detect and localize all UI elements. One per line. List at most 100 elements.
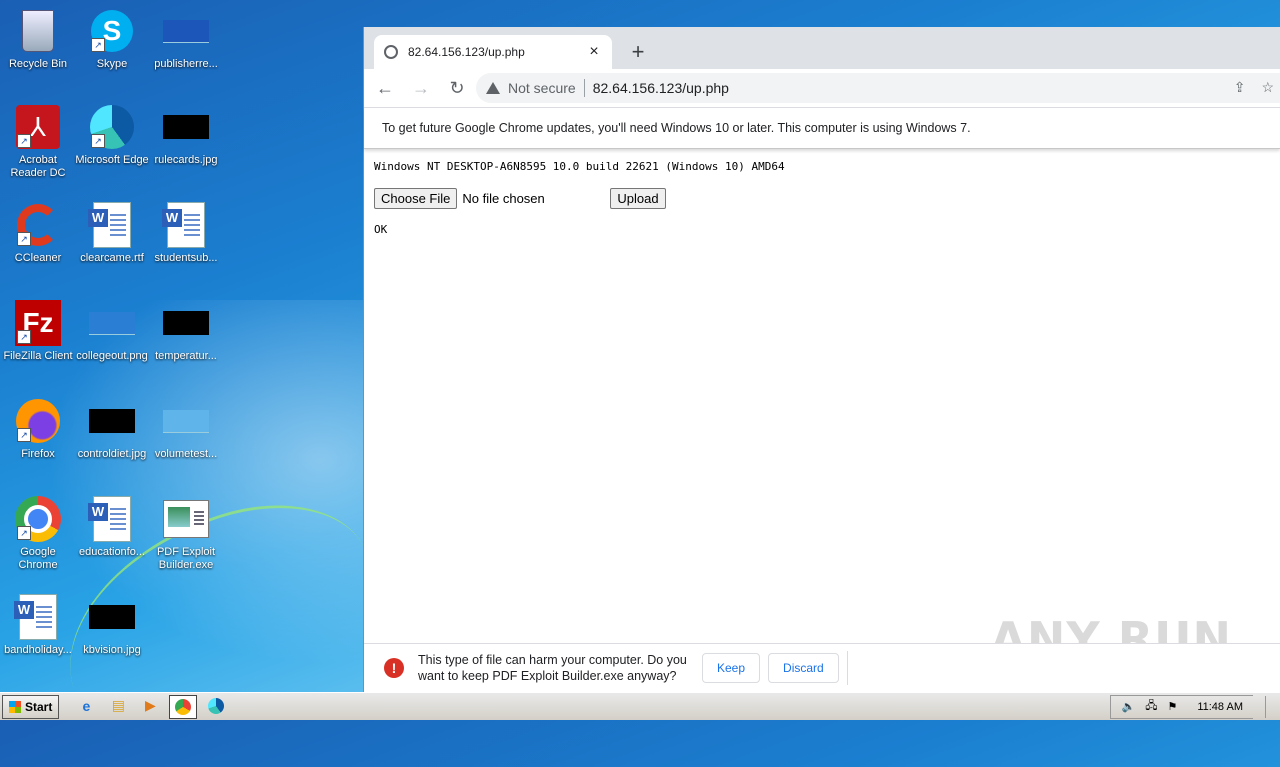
start-button[interactable]: Start: [2, 694, 60, 719]
address-bar[interactable]: Not secure 82.64.156.123/up.php ⇪ ☆: [476, 73, 1280, 103]
desktop-icon-label: Skype: [96, 58, 128, 70]
desktop-icon-studentsub[interactable]: W studentsub...: [148, 202, 224, 265]
recycle-bin-icon: [15, 8, 61, 54]
desktop-icon-controldiet[interactable]: controldiet.jpg: [74, 398, 150, 461]
back-arrow-icon[interactable]: ←: [370, 73, 400, 103]
choose-file-button[interactable]: Choose File: [374, 187, 458, 209]
word-doc-icon: W: [162, 202, 209, 248]
desktop-icon-microsoft-edge[interactable]: ↗ Microsoft Edge: [74, 104, 150, 167]
infobar-text: To get future Google Chrome updates, you…: [382, 121, 971, 135]
desktop-icon-bandholiday[interactable]: W bandholiday...: [0, 594, 76, 657]
action-center-flag-icon[interactable]: ⚑: [1167, 700, 1177, 713]
filezilla-icon: Fz ↗: [15, 300, 61, 346]
chrome-icon: ↗: [15, 496, 61, 542]
desktop-icon-label: clearcame.rtf: [80, 252, 144, 264]
download-bar: ! This type of file can harm your comput…: [364, 643, 1280, 692]
desktop-icon-google-chrome[interactable]: ↗ Google Chrome: [0, 496, 76, 572]
clock[interactable]: 11:48 AM: [1197, 701, 1243, 713]
security-indicator[interactable]: Not secure: [508, 80, 576, 96]
desktop-icon-skype[interactable]: S ↗ Skype: [74, 8, 150, 71]
network-icon[interactable]: 🖧: [1145, 697, 1157, 716]
image-thumbnail-icon: [163, 398, 209, 444]
desktop-icon-clearcame[interactable]: W clearcame.rtf: [74, 202, 150, 265]
edge-taskbar-icon[interactable]: [203, 695, 229, 717]
show-desktop-button[interactable]: [1265, 695, 1280, 718]
acrobat-icon: ⅄ ↗: [15, 104, 61, 150]
desktop-icon-publisherre[interactable]: publisherre...: [148, 8, 224, 71]
system-tray: 🔈 🖧 ⚑ 11:48 AM: [1110, 694, 1253, 719]
share-icon[interactable]: ⇪: [1234, 79, 1246, 96]
no-file-text: No file chosen: [462, 190, 545, 206]
image-thumbnail-icon: [89, 300, 135, 346]
windows-flag-icon: [9, 700, 21, 713]
forward-arrow-icon[interactable]: →: [406, 73, 436, 103]
desktop-icon-label: PDF Exploit Builder.exe: [156, 546, 216, 571]
browser-toolbar: ← → ↻ Not secure 82.64.156.123/up.php ⇪ …: [364, 69, 1280, 108]
danger-icon: !: [384, 658, 404, 678]
desktop-icon-recycle-bin[interactable]: Recycle Bin: [0, 8, 76, 71]
desktop-icon-label: publisherre...: [154, 58, 218, 70]
tab-title: 82.64.156.123/up.php: [408, 45, 525, 59]
word-doc-icon: W: [88, 496, 135, 542]
divider: [583, 79, 585, 97]
taskbar-pinned: e ▤ ▶: [73, 694, 229, 719]
update-infobar: To get future Google Chrome updates, you…: [364, 108, 1280, 149]
download-warning-text: This type of file can harm your computer…: [418, 653, 687, 683]
globe-icon: [384, 45, 398, 59]
tab-active[interactable]: 82.64.156.123/up.php ×: [374, 35, 612, 69]
divider: [846, 651, 848, 685]
desktop-icon-collegeout[interactable]: collegeout.png: [74, 300, 150, 363]
image-thumbnail-icon: [163, 300, 209, 346]
internet-explorer-icon[interactable]: e: [73, 695, 99, 717]
desktop-icon-pdf-exploit-builder[interactable]: PDF Exploit Builder.exe: [148, 496, 224, 572]
desktop-icon-label: Google Chrome: [18, 546, 58, 571]
desktop-icon-label: controldiet.jpg: [77, 448, 147, 460]
media-player-icon[interactable]: ▶: [137, 695, 163, 717]
desktop-icon-filezilla[interactable]: Fz ↗ FileZilla Client: [0, 300, 76, 363]
warning-triangle-icon[interactable]: [486, 82, 500, 94]
desktop-icon-rulecards[interactable]: rulecards.jpg: [148, 104, 224, 167]
start-label: Start: [25, 699, 53, 714]
star-icon[interactable]: ☆: [1261, 79, 1274, 96]
firefox-icon: ↗: [15, 398, 61, 444]
upload-button[interactable]: Upload: [610, 187, 666, 209]
desktop-icon-kbvision[interactable]: kbvision.jpg: [74, 594, 150, 657]
desktop-icon-label: collegeout.png: [76, 350, 148, 362]
exe-window-icon: [163, 496, 209, 542]
status-text: OK: [374, 223, 388, 236]
chrome-window: 82.64.156.123/up.php × + ← → ↻ Not secur…: [363, 27, 1280, 692]
desktop-icon-acrobat[interactable]: ⅄ ↗ Acrobat Reader DC: [0, 104, 76, 180]
image-thumbnail-icon: [163, 104, 209, 150]
desktop-icon-educationfo[interactable]: W educationfo...: [74, 496, 150, 559]
desktop-icon-label: FileZilla Client: [3, 350, 73, 362]
tab-strip: 82.64.156.123/up.php × +: [364, 27, 1280, 69]
keep-button[interactable]: Keep: [702, 653, 761, 683]
new-tab-button[interactable]: +: [626, 39, 650, 65]
image-thumbnail-icon: [89, 594, 135, 640]
desktop-icon-label: volumetest...: [154, 448, 218, 460]
ccleaner-icon: ↗: [15, 202, 61, 248]
reload-icon[interactable]: ↻: [442, 73, 472, 103]
folder-icon[interactable]: ▤: [105, 695, 131, 717]
desktop-icon-firefox[interactable]: ↗ Firefox: [0, 398, 76, 461]
desktop-icon-label: CCleaner: [14, 252, 62, 264]
word-doc-icon: W: [14, 594, 61, 640]
desktop-icon-label: Microsoft Edge: [75, 154, 149, 166]
desktop-icon-label: temperatur...: [155, 350, 217, 362]
volume-icon[interactable]: 🔈: [1121, 700, 1135, 713]
chrome-taskbar-icon[interactable]: [169, 694, 198, 719]
desktop-icon-volumetest[interactable]: volumetest...: [148, 398, 224, 461]
image-thumbnail-icon: [163, 8, 209, 54]
desktop-icon-temperatur[interactable]: temperatur...: [148, 300, 224, 363]
close-icon[interactable]: ×: [586, 43, 602, 61]
desktop-icon-label: educationfo...: [78, 546, 146, 558]
desktop-icon-ccleaner[interactable]: ↗ CCleaner: [0, 202, 76, 265]
url-text[interactable]: 82.64.156.123/up.php: [593, 80, 729, 96]
image-thumbnail-icon: [89, 398, 135, 444]
upload-form: Choose File No file chosen Upload: [374, 187, 1270, 209]
skype-icon: S ↗: [89, 8, 135, 54]
desktop-icon-label: Recycle Bin: [8, 58, 68, 70]
desktop-icon-label: studentsub...: [154, 252, 218, 264]
discard-button[interactable]: Discard: [768, 653, 839, 683]
taskbar: Start e ▤ ▶ 🔈 🖧 ⚑ 11:48 AM: [0, 692, 1280, 720]
